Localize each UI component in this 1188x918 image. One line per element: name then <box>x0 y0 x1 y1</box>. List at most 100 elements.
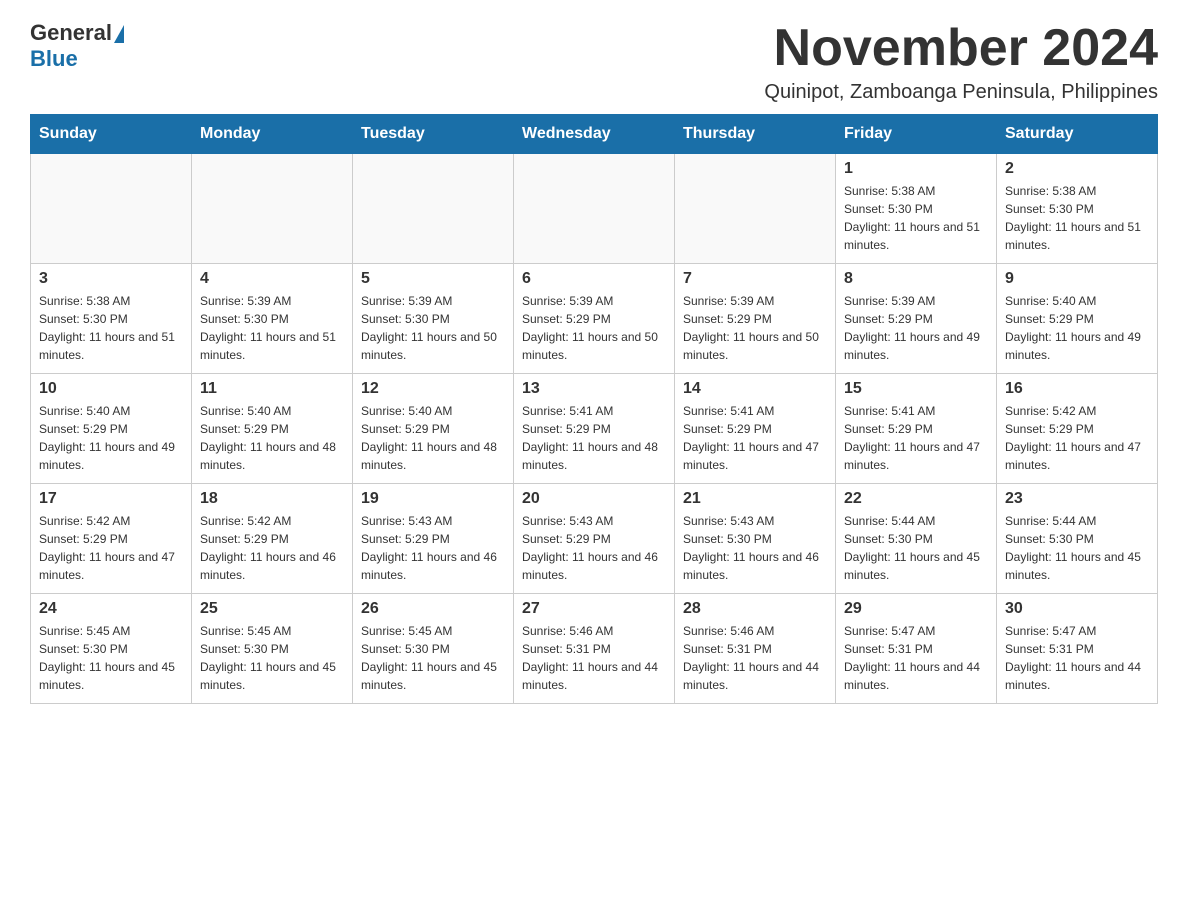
week-row-4: 17 Sunrise: 5:42 AM Sunset: 5:29 PM Dayli… <box>31 484 1158 594</box>
calendar-cell: 9 Sunrise: 5:40 AM Sunset: 5:29 PM Daylig… <box>997 264 1158 374</box>
day-info: Sunrise: 5:47 AM Sunset: 5:31 PM Dayligh… <box>1005 622 1149 694</box>
calendar-cell <box>514 154 675 264</box>
calendar-header-wednesday: Wednesday <box>514 115 675 154</box>
day-number: 15 <box>844 380 988 398</box>
calendar-cell: 10 Sunrise: 5:40 AM Sunset: 5:29 PM Dayli… <box>31 374 192 484</box>
month-title: November 2024 <box>764 20 1158 77</box>
day-info: Sunrise: 5:40 AM Sunset: 5:29 PM Dayligh… <box>361 402 505 474</box>
calendar-cell: 22Sunrise: 5:44 AM Sunset: 5:30 PM Dayli… <box>836 484 997 594</box>
day-number: 4 <box>200 270 344 288</box>
day-info: Sunrise: 5:46 AM Sunset: 5:31 PM Dayligh… <box>522 622 666 694</box>
day-number: 17 <box>39 490 183 508</box>
calendar-cell <box>675 154 836 264</box>
day-info: Sunrise: 5:45 AM Sunset: 5:30 PM Dayligh… <box>361 622 505 694</box>
day-number: 22 <box>844 490 988 508</box>
logo-blue-text: Blue <box>30 46 78 72</box>
day-info: Sunrise: 5:41 AM Sunset: 5:29 PM Dayligh… <box>522 402 666 474</box>
logo: General Blue <box>30 20 124 72</box>
week-row-2: 3 Sunrise: 5:38 AM Sunset: 5:30 PM Daylig… <box>31 264 1158 374</box>
week-row-5: 24 Sunrise: 5:45 AM Sunset: 5:30 PM Dayli… <box>31 594 1158 704</box>
day-number: 25 <box>200 600 344 618</box>
day-info: Sunrise: 5:40 AM Sunset: 5:29 PM Dayligh… <box>39 402 183 474</box>
calendar-cell: 25 Sunrise: 5:45 AM Sunset: 5:30 PM Dayli… <box>192 594 353 704</box>
day-number: 27 <box>522 600 666 618</box>
day-info: Sunrise: 5:45 AM Sunset: 5:30 PM Dayligh… <box>39 622 183 694</box>
day-number: 5 <box>361 270 505 288</box>
logo-general-text: General <box>30 20 112 46</box>
calendar-header-friday: Friday <box>836 115 997 154</box>
day-number: 7 <box>683 270 827 288</box>
day-number: 14 <box>683 380 827 398</box>
day-info: Sunrise: 5:44 AM Sunset: 5:30 PM Dayligh… <box>1005 512 1149 584</box>
calendar-cell: 7Sunrise: 5:39 AM Sunset: 5:29 PM Daylig… <box>675 264 836 374</box>
calendar-cell: 23 Sunrise: 5:44 AM Sunset: 5:30 PM Dayli… <box>997 484 1158 594</box>
day-number: 8 <box>844 270 988 288</box>
calendar-cell: 12 Sunrise: 5:40 AM Sunset: 5:29 PM Dayli… <box>353 374 514 484</box>
day-number: 30 <box>1005 600 1149 618</box>
calendar-table: SundayMondayTuesdayWednesdayThursdayFrid… <box>30 114 1158 704</box>
day-number: 29 <box>844 600 988 618</box>
day-info: Sunrise: 5:47 AM Sunset: 5:31 PM Dayligh… <box>844 622 988 694</box>
day-number: 10 <box>39 380 183 398</box>
calendar-cell: 17 Sunrise: 5:42 AM Sunset: 5:29 PM Dayli… <box>31 484 192 594</box>
calendar-cell: 27 Sunrise: 5:46 AM Sunset: 5:31 PM Dayli… <box>514 594 675 704</box>
day-number: 19 <box>361 490 505 508</box>
day-number: 23 <box>1005 490 1149 508</box>
calendar-cell: 26 Sunrise: 5:45 AM Sunset: 5:30 PM Dayli… <box>353 594 514 704</box>
calendar-header-monday: Monday <box>192 115 353 154</box>
day-info: Sunrise: 5:39 AM Sunset: 5:29 PM Dayligh… <box>844 292 988 364</box>
page-header: General Blue November 2024 Quinipot, Zam… <box>30 20 1158 104</box>
calendar-header-tuesday: Tuesday <box>353 115 514 154</box>
calendar-cell: 15Sunrise: 5:41 AM Sunset: 5:29 PM Dayli… <box>836 374 997 484</box>
day-number: 24 <box>39 600 183 618</box>
day-number: 18 <box>200 490 344 508</box>
calendar-cell: 3 Sunrise: 5:38 AM Sunset: 5:30 PM Daylig… <box>31 264 192 374</box>
week-row-1: 1 Sunrise: 5:38 AM Sunset: 5:30 PM Daylig… <box>31 154 1158 264</box>
day-number: 11 <box>200 380 344 398</box>
day-number: 26 <box>361 600 505 618</box>
day-info: Sunrise: 5:45 AM Sunset: 5:30 PM Dayligh… <box>200 622 344 694</box>
day-info: Sunrise: 5:38 AM Sunset: 5:30 PM Dayligh… <box>39 292 183 364</box>
calendar-header-saturday: Saturday <box>997 115 1158 154</box>
calendar-cell: 11Sunrise: 5:40 AM Sunset: 5:29 PM Dayli… <box>192 374 353 484</box>
calendar-cell: 6 Sunrise: 5:39 AM Sunset: 5:29 PM Daylig… <box>514 264 675 374</box>
calendar-cell <box>192 154 353 264</box>
subtitle: Quinipot, Zamboanga Peninsula, Philippin… <box>764 81 1158 104</box>
day-number: 3 <box>39 270 183 288</box>
calendar-cell <box>31 154 192 264</box>
calendar-cell: 4 Sunrise: 5:39 AM Sunset: 5:30 PM Daylig… <box>192 264 353 374</box>
day-number: 16 <box>1005 380 1149 398</box>
day-info: Sunrise: 5:40 AM Sunset: 5:29 PM Dayligh… <box>1005 292 1149 364</box>
day-info: Sunrise: 5:43 AM Sunset: 5:30 PM Dayligh… <box>683 512 827 584</box>
calendar-cell: 29 Sunrise: 5:47 AM Sunset: 5:31 PM Dayli… <box>836 594 997 704</box>
calendar-cell: 2Sunrise: 5:38 AM Sunset: 5:30 PM Daylig… <box>997 154 1158 264</box>
day-number: 12 <box>361 380 505 398</box>
calendar-header-sunday: Sunday <box>31 115 192 154</box>
calendar-cell <box>353 154 514 264</box>
calendar-cell: 5 Sunrise: 5:39 AM Sunset: 5:30 PM Daylig… <box>353 264 514 374</box>
calendar-cell: 13 Sunrise: 5:41 AM Sunset: 5:29 PM Dayli… <box>514 374 675 484</box>
day-info: Sunrise: 5:43 AM Sunset: 5:29 PM Dayligh… <box>361 512 505 584</box>
day-number: 1 <box>844 160 988 178</box>
day-info: Sunrise: 5:38 AM Sunset: 5:30 PM Dayligh… <box>844 182 988 254</box>
day-info: Sunrise: 5:39 AM Sunset: 5:30 PM Dayligh… <box>200 292 344 364</box>
day-number: 9 <box>1005 270 1149 288</box>
calendar-cell: 14Sunrise: 5:41 AM Sunset: 5:29 PM Dayli… <box>675 374 836 484</box>
day-number: 21 <box>683 490 827 508</box>
day-info: Sunrise: 5:42 AM Sunset: 5:29 PM Dayligh… <box>39 512 183 584</box>
calendar-cell: 21 Sunrise: 5:43 AM Sunset: 5:30 PM Dayli… <box>675 484 836 594</box>
day-info: Sunrise: 5:42 AM Sunset: 5:29 PM Dayligh… <box>200 512 344 584</box>
day-number: 28 <box>683 600 827 618</box>
calendar-cell: 20Sunrise: 5:43 AM Sunset: 5:29 PM Dayli… <box>514 484 675 594</box>
title-section: November 2024 Quinipot, Zamboanga Penins… <box>764 20 1158 104</box>
calendar-cell: 8 Sunrise: 5:39 AM Sunset: 5:29 PM Daylig… <box>836 264 997 374</box>
calendar-cell: 19 Sunrise: 5:43 AM Sunset: 5:29 PM Dayli… <box>353 484 514 594</box>
day-info: Sunrise: 5:39 AM Sunset: 5:29 PM Dayligh… <box>522 292 666 364</box>
day-number: 13 <box>522 380 666 398</box>
calendar-cell: 28Sunrise: 5:46 AM Sunset: 5:31 PM Dayli… <box>675 594 836 704</box>
day-info: Sunrise: 5:38 AM Sunset: 5:30 PM Dayligh… <box>1005 182 1149 254</box>
day-number: 6 <box>522 270 666 288</box>
calendar-cell: 1 Sunrise: 5:38 AM Sunset: 5:30 PM Daylig… <box>836 154 997 264</box>
day-info: Sunrise: 5:39 AM Sunset: 5:30 PM Dayligh… <box>361 292 505 364</box>
calendar-header-thursday: Thursday <box>675 115 836 154</box>
